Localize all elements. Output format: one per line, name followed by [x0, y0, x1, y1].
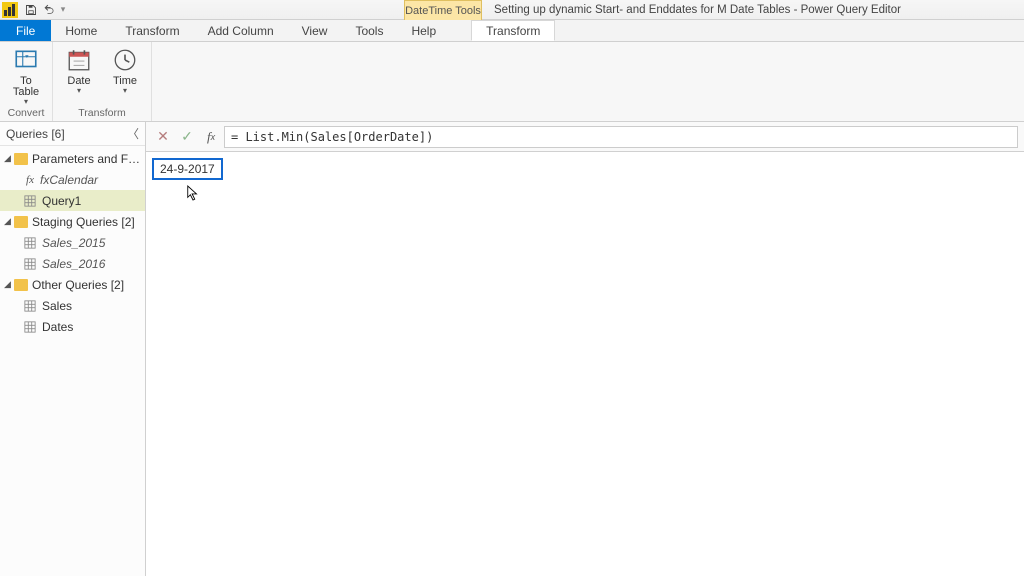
tab-home[interactable]: Home — [51, 20, 111, 41]
result-area: 24-9-2017 — [146, 152, 1024, 576]
queries-group[interactable]: ◢ Parameters and Fu… — [0, 148, 145, 169]
context-tools-label: DateTime Tools — [404, 0, 482, 20]
formula-bar: ✕ ✓ fx = List.Min(Sales[OrderDate]) — [146, 122, 1024, 152]
fx-icon[interactable]: fx — [200, 126, 222, 148]
quick-access-toolbar: ▾ DateTime Tools Setting up dynamic Star… — [0, 0, 1024, 20]
tab-view[interactable]: View — [288, 20, 342, 41]
time-button[interactable]: Time ▾ — [105, 44, 145, 106]
content-area: ✕ ✓ fx = List.Min(Sales[OrderDate]) 24-9… — [146, 122, 1024, 576]
query-item[interactable]: Dates — [0, 316, 145, 337]
table-icon — [22, 321, 38, 333]
app-icon — [2, 2, 18, 18]
queries-header-label: Queries [6] — [6, 127, 65, 141]
queries-pane: Queries [6] 〈 ◢ Parameters and Fu… fxfxCal… — [0, 122, 146, 576]
calendar-icon — [65, 46, 93, 74]
chevron-down-icon: ▾ — [123, 87, 127, 95]
formula-cancel-button[interactable]: ✕ — [152, 126, 174, 148]
queries-group[interactable]: ◢ Other Queries [2] — [0, 274, 145, 295]
query-item[interactable]: Sales_2016 — [0, 253, 145, 274]
main-area: Queries [6] 〈 ◢Parameters and Fu…fxfxCal… — [0, 122, 1024, 576]
collapse-pane-button[interactable]: 〈 — [125, 125, 141, 141]
ribbon-tabs: File Home Transform Add Column View Tool… — [0, 20, 1024, 42]
queries-group[interactable]: ◢ Staging Queries [2] — [0, 211, 145, 232]
clock-icon — [111, 46, 139, 74]
folder-icon — [14, 153, 28, 165]
twisty-icon: ◢ — [4, 279, 14, 290]
ribbon-group-convert: To Table ▾ Convert — [0, 42, 53, 121]
query-item[interactable]: Sales — [0, 295, 145, 316]
query-item-label: Sales — [42, 299, 72, 313]
query-item[interactable]: Sales_2015 — [0, 232, 145, 253]
query-item-label: fxCalendar — [40, 173, 98, 187]
query-item-label: Dates — [42, 320, 73, 334]
queries-group-label: Staging Queries [2] — [32, 215, 145, 229]
tab-context-transform[interactable]: Transform — [471, 20, 555, 41]
qat-dropdown-icon[interactable]: ▾ — [58, 4, 68, 15]
window-title: Setting up dynamic Start- and Enddates f… — [494, 0, 901, 20]
save-button[interactable] — [22, 2, 40, 18]
queries-group-label: Parameters and Fu… — [32, 152, 145, 166]
tab-file[interactable]: File — [0, 20, 51, 41]
tab-transform[interactable]: Transform — [111, 20, 193, 41]
table-icon — [22, 300, 38, 312]
queries-tree: ◢ Parameters and Fu… fx fxCalendar Query1 ◢ St… — [0, 146, 145, 339]
folder-icon — [14, 216, 28, 228]
query-item-label: Sales_2016 — [42, 257, 105, 271]
table-icon — [22, 258, 38, 270]
to-table-button[interactable]: To Table ▾ — [6, 44, 46, 106]
query-item-label: Query1 — [42, 194, 81, 208]
queries-group-label: Other Queries [2] — [32, 278, 145, 292]
table-icon — [22, 195, 38, 207]
result-value[interactable]: 24-9-2017 — [152, 158, 223, 180]
tab-add-column[interactable]: Add Column — [194, 20, 288, 41]
fx-icon: fx — [22, 174, 36, 186]
tab-help[interactable]: Help — [397, 20, 450, 41]
chevron-down-icon: ▾ — [77, 87, 81, 95]
formula-confirm-button[interactable]: ✓ — [176, 126, 198, 148]
to-table-icon — [12, 46, 40, 74]
query-item-label: Sales_2015 — [42, 236, 105, 250]
twisty-icon: ◢ — [4, 216, 14, 227]
date-button[interactable]: Date ▾ — [59, 44, 99, 106]
tab-tools[interactable]: Tools — [341, 20, 397, 41]
undo-button[interactable] — [40, 2, 58, 18]
ribbon-group-label-convert: Convert — [8, 106, 45, 121]
queries-header: Queries [6] 〈 — [0, 122, 145, 146]
table-icon — [22, 237, 38, 249]
cursor-icon — [186, 184, 200, 205]
query-item[interactable]: Query1 — [0, 190, 145, 211]
ribbon-group-transform: Date ▾ Time ▾ Transform — [53, 42, 152, 121]
ribbon-group-label-transform: Transform — [78, 106, 125, 121]
ribbon: To Table ▾ Convert Date ▾ Time ▾ Trans — [0, 42, 1024, 122]
formula-input[interactable]: = List.Min(Sales[OrderDate]) — [224, 126, 1018, 148]
folder-icon — [14, 279, 28, 291]
query-item[interactable]: fx fxCalendar — [0, 169, 145, 190]
to-table-label: To Table — [13, 76, 39, 98]
twisty-icon: ◢ — [4, 153, 14, 164]
chevron-down-icon: ▾ — [24, 98, 28, 106]
